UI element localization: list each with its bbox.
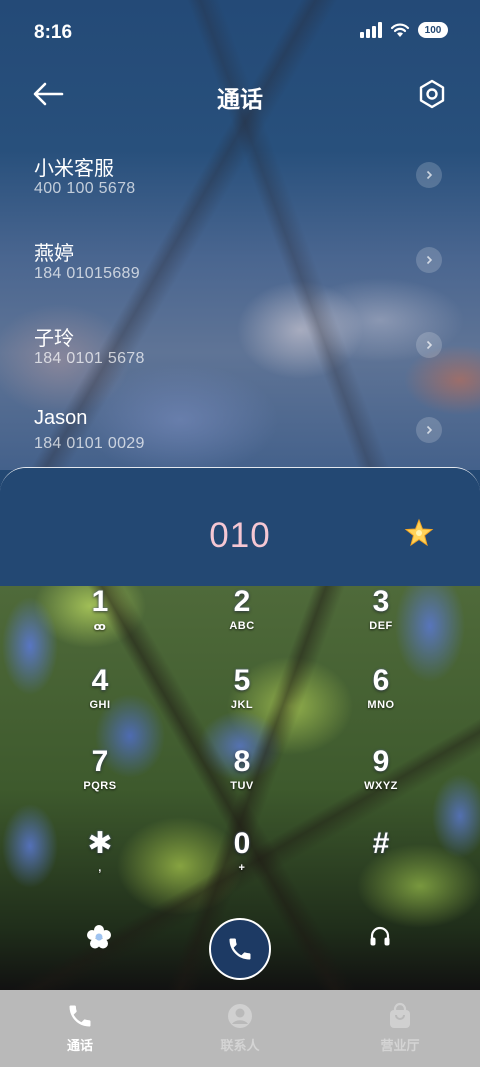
key-letters: GHI — [89, 699, 111, 711]
nav-item-calls[interactable]: 通话 — [0, 990, 160, 1067]
key-digit: 8 — [233, 745, 251, 778]
bag-icon — [390, 1002, 410, 1028]
key-digit: 9 — [372, 745, 390, 778]
status-icons: 100 — [360, 22, 448, 38]
bottom-nav: 通话 联系人 营业厅 — [0, 990, 480, 1067]
key-2[interactable]: 2 ABC — [202, 586, 282, 656]
key-8[interactable]: 8 TUV — [202, 746, 282, 816]
page-title: 通话 — [217, 86, 263, 112]
contact-name: 子玲 — [34, 328, 74, 350]
contact-list: 小米客服 400 100 5678 燕婷 184 01015689 子玲 184… — [0, 132, 480, 472]
key-digit: 4 — [91, 664, 109, 697]
key-digit: 6 — [372, 664, 390, 697]
contact-name: 燕婷 — [34, 243, 74, 265]
nav-label: 联系人 — [220, 1038, 260, 1053]
key-digit: # — [372, 827, 390, 860]
star-icon[interactable] — [404, 518, 434, 548]
signal-icon — [360, 22, 382, 38]
contact-number: 184 01015689 — [34, 265, 140, 282]
key-5[interactable]: 5 JKL — [202, 665, 282, 735]
status-bar: 8:16 100 — [0, 0, 480, 68]
key-letters: TUV — [230, 780, 254, 792]
key-digit: 7 — [91, 745, 109, 778]
key-9[interactable]: 9 WXYZ — [341, 746, 421, 816]
key-star[interactable]: ✱ , — [60, 828, 140, 898]
contact-name: Jason — [34, 407, 88, 429]
key-digit: 5 — [233, 664, 251, 697]
chevron-right-icon[interactable] — [416, 247, 442, 273]
list-item[interactable]: Jason 184 0101 0029 — [0, 387, 480, 472]
header: 通话 — [0, 68, 480, 122]
headset-icon[interactable] — [368, 924, 392, 948]
key-digit: 0 — [233, 827, 251, 860]
key-4[interactable]: 4 GHI — [60, 665, 140, 735]
nav-item-store[interactable]: 营业厅 — [320, 990, 480, 1067]
list-item[interactable]: 燕婷 184 01015689 — [0, 217, 480, 302]
key-letters: PQRS — [83, 780, 117, 792]
key-digit: 2 — [233, 585, 251, 618]
key-1[interactable]: 1 ꝏ — [60, 586, 140, 656]
chevron-right-icon[interactable] — [416, 162, 442, 188]
contact-icon — [228, 1004, 252, 1028]
key-letters: WXYZ — [364, 780, 398, 792]
status-time: 8:16 — [34, 22, 73, 43]
contact-number: 184 0101 5678 — [34, 350, 145, 367]
contact-number: 400 100 5678 — [34, 180, 136, 197]
key-digit: ✱ — [87, 827, 113, 860]
chevron-right-icon[interactable] — [416, 417, 442, 443]
key-letters: + — [238, 862, 246, 874]
phone-icon — [69, 1005, 91, 1027]
wifi-icon — [390, 23, 410, 37]
call-button[interactable] — [209, 918, 271, 980]
list-item[interactable]: 子玲 184 0101 5678 — [0, 302, 480, 387]
dialer-panel: 010 1 ꝏ 2 ABC 3 DEF 4 GHI 5 JKL 6 MNO 7 … — [0, 467, 480, 990]
key-letters: , — [98, 862, 102, 874]
key-hash[interactable]: # — [341, 828, 421, 898]
flower-icon[interactable] — [86, 924, 112, 950]
chevron-right-icon[interactable] — [416, 332, 442, 358]
key-7[interactable]: 7 PQRS — [60, 746, 140, 816]
settings-icon[interactable] — [416, 78, 448, 110]
key-letters: ABC — [229, 620, 255, 632]
key-digit: 3 — [372, 585, 390, 618]
battery-icon: 100 — [418, 22, 448, 38]
phone-icon — [229, 938, 251, 960]
contact-name: 小米客服 — [34, 158, 114, 180]
key-6[interactable]: 6 MNO — [341, 665, 421, 735]
key-0[interactable]: 0 + — [202, 828, 282, 898]
key-3[interactable]: 3 DEF — [341, 586, 421, 656]
key-digit: 1 — [91, 585, 109, 618]
key-letters: JKL — [230, 699, 254, 711]
nav-item-contacts[interactable]: 联系人 — [160, 990, 320, 1067]
voicemail-icon: ꝏ — [93, 621, 107, 633]
nav-label: 营业厅 — [380, 1038, 420, 1053]
key-letters: MNO — [367, 699, 395, 711]
key-letters: DEF — [369, 620, 393, 632]
nav-label: 通话 — [66, 1038, 93, 1053]
contact-number: 184 0101 0029 — [34, 435, 145, 452]
list-item[interactable]: 小米客服 400 100 5678 — [0, 132, 480, 217]
number-display: 010 — [0, 468, 480, 586]
